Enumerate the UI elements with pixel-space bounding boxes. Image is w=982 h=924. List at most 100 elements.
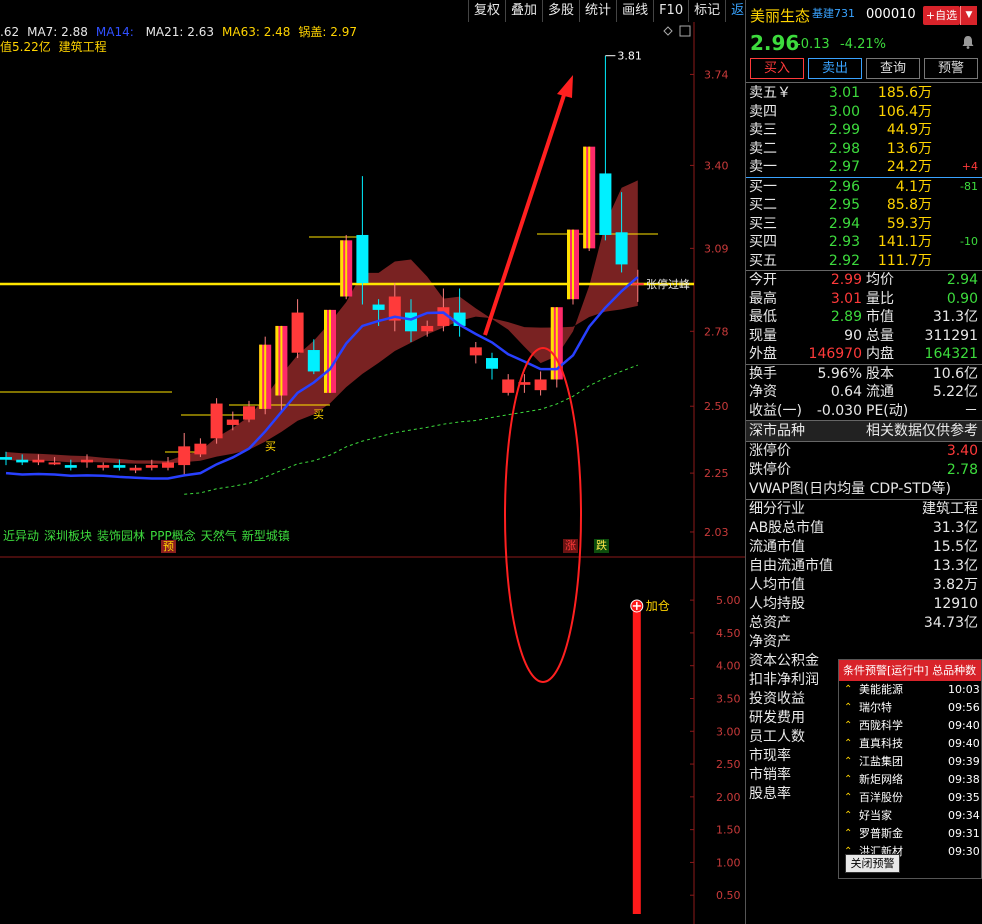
alert-item[interactable]: ⌃ 百洋股份 09:35 <box>839 789 981 807</box>
candle-stripe <box>567 229 570 300</box>
quote-value: 2.94 <box>946 272 978 288</box>
bid-row[interactable]: 买一 2.96 4.1万 -81 <box>746 178 982 197</box>
query-button[interactable]: 查询 <box>866 58 920 79</box>
candle-body <box>502 379 515 393</box>
quote-key: 量比 <box>866 290 894 307</box>
volume-axis-label: 5.00 <box>716 594 741 607</box>
quote-value: 3.01 <box>830 290 862 307</box>
add-watchlist-button[interactable]: +自选 <box>923 6 960 25</box>
ask-row[interactable]: 卖五￥ 3.01 185.6万 <box>746 84 982 103</box>
toolbar-button-3[interactable]: 统计 <box>579 0 616 22</box>
alert-item[interactable]: ⌃ 直真科技 09:40 <box>839 735 981 753</box>
bid-row[interactable]: 买五 2.92 111.7万 <box>746 252 982 271</box>
stock-code: 000010 <box>866 7 916 22</box>
high-price-label: 3.81 <box>617 50 642 63</box>
quote-row: 今开 2.99 均价 2.94 <box>746 271 982 290</box>
diamond-icon[interactable] <box>663 26 673 36</box>
ma-value-5: 锅盖: 2.97 <box>298 25 357 39</box>
alert-item[interactable]: ⌃ 好当家 09:34 <box>839 807 981 825</box>
buy-button[interactable]: 买入 <box>750 58 804 79</box>
candle-body <box>162 462 174 468</box>
market-note: 相关数据仅供参考 <box>866 423 978 439</box>
toolbar-button-0[interactable]: 复权 <box>468 0 505 22</box>
alert-arrow-icon: ⌃ <box>844 756 853 767</box>
level-price: 2.97 <box>828 159 860 175</box>
chevron-down-icon[interactable]: ▼ <box>960 6 977 25</box>
order-book: 卖五￥ 3.01 185.6万 卖四 3.00 106.4万 卖三 2.99 44.9万 卖二 2.… <box>746 82 982 270</box>
alert-item[interactable]: ⌃ 罗普斯金 09:31 <box>839 825 981 843</box>
toolbar-button-5[interactable]: F10 <box>653 0 688 22</box>
bid-row[interactable]: 买三 2.94 59.3万 <box>746 215 982 234</box>
quote-row: 收益(一) -0.030 PE(动) － <box>746 402 982 421</box>
limit-row: 涨停价 3.40 <box>746 442 982 461</box>
alert-item[interactable]: ⌃ 美能能源 10:03 <box>839 681 981 699</box>
stock-name[interactable]: 美丽生态 <box>750 5 810 26</box>
chart-toolbar: 复权叠加多股统计画线F10标记返回 <box>468 0 762 22</box>
alert-time: 09:56 <box>948 701 980 714</box>
close-alert-button[interactable]: 关闭预警 <box>845 854 900 873</box>
alert-item[interactable]: ⌃ 江盐集团 09:39 <box>839 753 981 771</box>
concept-tag: 新型城镇 <box>241 529 290 543</box>
ask-row[interactable]: 卖三 2.99 44.9万 <box>746 121 982 140</box>
alert-arrow-icon: ⌃ <box>844 792 853 803</box>
sell-button[interactable]: 卖出 <box>808 58 862 79</box>
quote-key: 流通 <box>866 384 894 400</box>
candle-stripe <box>264 344 267 409</box>
fundamental-key: 流通市值 <box>749 539 805 555</box>
ma-value-4: MA63: 2.48 <box>222 25 291 39</box>
float-info-line: 值5.22亿 建筑工程 <box>0 38 111 55</box>
candle-body <box>226 419 239 425</box>
ask-row[interactable]: 卖二 2.98 13.6万 <box>746 140 982 159</box>
buy-mark: 买 <box>313 408 324 421</box>
fundamental-value: 15.5亿 <box>932 539 978 555</box>
candle-body <box>32 459 45 463</box>
candle-body <box>194 443 207 455</box>
buy-mark: 买 <box>265 440 276 453</box>
kline-chart[interactable]: 3.74 3.40 3.09 2.78 2.50 2.25 2.03 5.00 4.50 4.00… <box>0 0 745 924</box>
concept-tags: 近异动 深圳板块 装饰园林 PPP概念 天然气 新型城镇 <box>3 527 295 544</box>
quote-key: 最高 <box>749 290 777 307</box>
toolbar-button-6[interactable]: 标记 <box>688 0 725 22</box>
price-axis-label: 2.03 <box>704 526 729 539</box>
ask-row[interactable]: 卖四 3.00 106.4万 <box>746 103 982 122</box>
quote-value: -0.030 <box>816 402 862 419</box>
alert-time: 09:38 <box>948 773 980 786</box>
alert-item[interactable]: ⌃ 新炬网络 09:38 <box>839 771 981 789</box>
vwap-link[interactable]: VWAP图(日内均量 CDP-STD等) <box>746 480 982 500</box>
candle-body <box>81 459 93 463</box>
limit-value: 2.78 <box>946 462 978 478</box>
quote-key: 净资 <box>749 384 777 400</box>
arrow-head-icon <box>557 75 573 98</box>
limit-up-tag: 涨 <box>563 539 578 553</box>
fundamental-value: 12910 <box>933 596 978 612</box>
candle-body <box>16 459 29 463</box>
ask-row[interactable]: 卖一 2.97 24.2万 +4 <box>746 158 982 177</box>
bid-row[interactable]: 买二 2.95 85.8万 <box>746 196 982 215</box>
candle-stripe <box>345 240 348 297</box>
window-icon[interactable] <box>679 25 691 37</box>
alert-item[interactable]: ⌃ 西陇科学 09:40 <box>839 717 981 735</box>
toolbar-button-2[interactable]: 多股 <box>542 0 579 22</box>
candle-body <box>178 446 191 466</box>
level-price: 2.93 <box>828 234 860 250</box>
candle-body <box>129 467 142 471</box>
quote-value: － <box>964 402 978 419</box>
bell-icon[interactable] <box>962 35 974 49</box>
alert-time: 09:39 <box>948 755 980 768</box>
toolbar-button-1[interactable]: 叠加 <box>505 0 542 22</box>
pre-tag: 预 <box>161 540 176 553</box>
alert-arrow-icon: ⌃ <box>844 684 853 695</box>
candle-body <box>421 325 434 332</box>
alert-list: ⌃ 美能能源 10:03 ⌃ 瑞尔特 09:56 ⌃ 西陇科学 09:40 ⌃ 直真科技 09:40 ⌃… <box>839 681 981 861</box>
alert-item[interactable]: ⌃ 瑞尔特 09:56 <box>839 699 981 717</box>
candle-body <box>145 465 158 468</box>
toolbar-button-4[interactable]: 画线 <box>616 0 653 22</box>
stock-sector-tag[interactable]: 基建731 <box>812 5 855 21</box>
quote-stats: 今开 2.99 均价 2.94 最高 3.01 量比 0.90 最低 2.89 市值 31.3亿 现量 9… <box>746 270 982 364</box>
alert-button[interactable]: 预警 <box>924 58 978 79</box>
quote-key: 均价 <box>866 272 894 288</box>
bid-row[interactable]: 买四 2.93 141.1万 -10 <box>746 233 982 252</box>
limit-key: 跌停价 <box>749 462 791 478</box>
alert-time: 09:31 <box>948 827 980 840</box>
fundamental-key: 总资产 <box>749 615 791 631</box>
